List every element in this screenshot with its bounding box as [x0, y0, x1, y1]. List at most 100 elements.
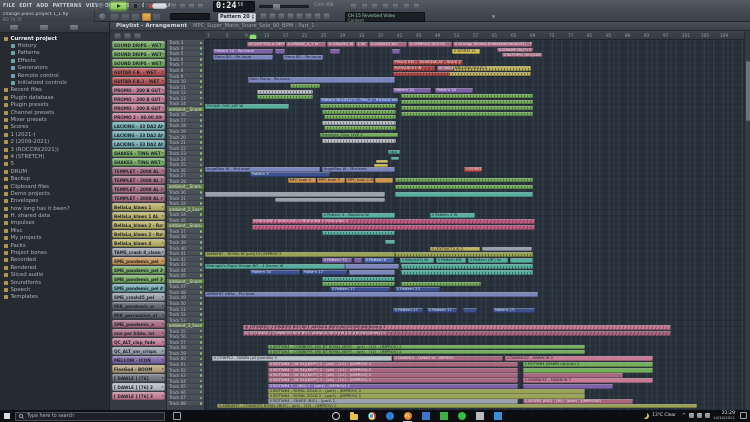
track-mute-led[interactable]: [200, 330, 203, 333]
playlist-clip[interactable]: [395, 192, 533, 197]
paint-tool-icon[interactable]: [124, 33, 131, 39]
track-header[interactable]: ambient__Snare 24 W: [167, 279, 204, 285]
track-mute-led[interactable]: [200, 230, 203, 233]
chevron-down-icon[interactable]: ▾: [162, 133, 165, 137]
playlist-clip[interactable]: 4 Pattern (BF) W: [468, 258, 508, 263]
chevron-down-icon[interactable]: ▾: [162, 187, 165, 191]
playlist-title-bar[interactable]: Playlist - Arrangement MPC_Super_Mario_S…: [110, 22, 750, 31]
weather-temperature[interactable]: 13°C Clear: [652, 413, 676, 418]
track-mute-led[interactable]: [200, 313, 203, 316]
options-icon[interactable]: [134, 33, 141, 39]
browser-item-current-project[interactable]: Current project: [0, 35, 109, 42]
shuttle-thumb[interactable]: [273, 4, 280, 10]
playlist-clip[interactable]: [330, 49, 340, 54]
browser-item-sliced-audio[interactable]: Sliced audio: [0, 272, 109, 279]
playlist-clip[interactable]: AngelBox W - Mid beat: [322, 167, 395, 172]
playlist-clip[interactable]: 4 AMBIENT - COWBOYS ROYAL (BOY) - (prt) …: [217, 404, 697, 408]
playlist-clip[interactable]: A-GRADE2 W2: [369, 42, 407, 47]
slice-icon[interactable]: [305, 13, 312, 20]
playlist-clip[interactable]: MPC took 3: [317, 178, 345, 183]
playlist-clip[interactable]: Midnight's Right Design BO - 4 Drums W: [205, 264, 345, 269]
browser-item-packs[interactable]: Packs: [0, 242, 109, 249]
pattern-spinner-icon[interactable]: ▲▼: [252, 14, 254, 20]
browser-item-h-shared-data[interactable]: H. shared data: [0, 212, 109, 219]
chevron-down-icon[interactable]: ▾: [162, 196, 165, 200]
track-mute-led[interactable]: [200, 69, 203, 72]
playlist-clip[interactable]: Pattern 17: [302, 270, 347, 275]
playlist-clip[interactable]: [401, 282, 481, 286]
browser-item-channel-presets[interactable]: Channel presets: [0, 109, 109, 116]
picker-clip[interactable]: SME_pandemic_pel 3▾: [112, 275, 165, 283]
menu-item-file[interactable]: FILE: [3, 4, 15, 9]
playlist-clip[interactable]: 4 DAWNLS2 - DAWN W 2: [523, 378, 653, 383]
track-mute-led[interactable]: [200, 86, 203, 89]
chevron-down-icon[interactable]: ▾: [162, 313, 165, 317]
track-mute-led[interactable]: [200, 358, 203, 361]
chevron-down-icon[interactable]: ▾: [162, 358, 165, 362]
chevron-down-icon[interactable]: ▾: [162, 268, 165, 272]
countdown-icon[interactable]: [188, 3, 195, 10]
browser-item-recent-files[interactable]: Recent files: [0, 87, 109, 94]
playlist-clip[interactable]: [395, 178, 533, 182]
chevron-down-icon[interactable]: ▾: [162, 151, 165, 155]
picker-clip[interactable]: LACKING - 33 DA2 AL 2▾: [112, 131, 165, 139]
picker-clip[interactable]: SOUND DRIPS - WET 2▾: [112, 50, 165, 58]
picker-clip[interactable]: SOUND DRIPS - WET 3▾: [112, 59, 165, 67]
playlist-clip[interactable]: 4 Pattern 73: [322, 258, 352, 263]
picker-clip[interactable]: BellaLu_klaws 2 - Ra 2▾: [112, 230, 165, 238]
moon-weather-icon[interactable]: [643, 413, 649, 419]
playlist-clip[interactable]: [275, 198, 385, 202]
browser-item-remote-control[interactable]: Remote control: [0, 72, 109, 79]
playlist-clip[interactable]: MELLOW GOLD 2: [453, 66, 531, 71]
track-mute-led[interactable]: [200, 130, 203, 133]
browser-item-misc[interactable]: Misc: [0, 227, 109, 234]
stop-button[interactable]: [129, 2, 142, 10]
delete-icon[interactable]: [278, 13, 285, 20]
playlist-clip[interactable]: AMBIENT ANAL - Pro beat: [205, 292, 538, 297]
chevron-down-icon[interactable]: ▾: [162, 277, 165, 281]
playlist-clip[interactable]: Piano BO - Re-issue: [213, 55, 273, 60]
track-mute-led[interactable]: [200, 119, 203, 122]
playlist-clip[interactable]: [401, 270, 533, 275]
track-mute-led[interactable]: [200, 263, 203, 266]
track-mute-led[interactable]: [200, 291, 203, 294]
cortana-taskbar-icon[interactable]: [331, 412, 340, 421]
picker-clip[interactable]: [ DAWLE ] [76]▾: [112, 374, 165, 382]
playlist-clip[interactable]: A-GRADE (8)(7) 2: [497, 48, 533, 52]
track-mute-led[interactable]: [200, 297, 203, 300]
menu-item-add[interactable]: ADD: [36, 4, 48, 9]
track-mute-led[interactable]: [200, 336, 203, 339]
whatsapp-taskbar-icon[interactable]: [457, 412, 466, 421]
browser-item-how-long-has-it-been-[interactable]: how long has it been?: [0, 205, 109, 212]
playlist-clip[interactable]: [401, 100, 533, 104]
track-mute-led[interactable]: [200, 180, 203, 183]
mic-icon[interactable]: [371, 3, 378, 10]
typing-keyboard-icon[interactable]: [350, 3, 357, 10]
playlist-clip[interactable]: ACQUITTED & DEFEND: [247, 42, 285, 47]
picker-clip[interactable]: BellaLu_klaws 4▾: [112, 239, 165, 247]
playlist-clip[interactable]: Pattern 50: [250, 270, 300, 275]
playlist-clip[interactable]: [401, 264, 533, 269]
playlist-clip[interactable]: 4 Pattern BD: [436, 258, 466, 263]
playlist-clip[interactable]: A-GRADE_0_3 W: [286, 42, 326, 47]
browser-item-effects[interactable]: Effects: [0, 57, 109, 64]
playlist-clip[interactable]: [320, 104, 396, 108]
picker-clip[interactable]: PROMO 2 - 00.00.0089▾: [112, 113, 165, 121]
track-mute-led[interactable]: [200, 136, 203, 139]
chevron-down-icon[interactable]: ▾: [162, 106, 165, 110]
metronome-icon[interactable]: [170, 3, 177, 10]
track-mute-led[interactable]: [200, 352, 203, 355]
playlist-clip[interactable]: A-GRADE2 W: [327, 42, 355, 47]
track-mute-led[interactable]: [200, 186, 203, 189]
playlist-clip[interactable]: [391, 157, 399, 160]
browser-item-3-roccin-2021-[interactable]: 3 (ROCCIN(2021)): [0, 146, 109, 153]
picker-clip[interactable]: [ DAWLE ] [76] 3▾: [112, 392, 165, 400]
track-mute-led[interactable]: [200, 302, 203, 305]
book-icon[interactable]: [392, 3, 399, 10]
picker-clip[interactable]: QC_ALT_snr_crisps▾: [112, 347, 165, 355]
track-mute-led[interactable]: [200, 158, 203, 161]
playlist-clip[interactable]: [401, 106, 533, 110]
picker-clip[interactable]: QC_ALT_clap_fade▾: [112, 338, 165, 346]
picker-clip[interactable]: GUITAR F.B. - WET - 22▾: [112, 68, 165, 76]
playlist-clip[interactable]: 4 Blitz(s23) W: [400, 258, 434, 263]
